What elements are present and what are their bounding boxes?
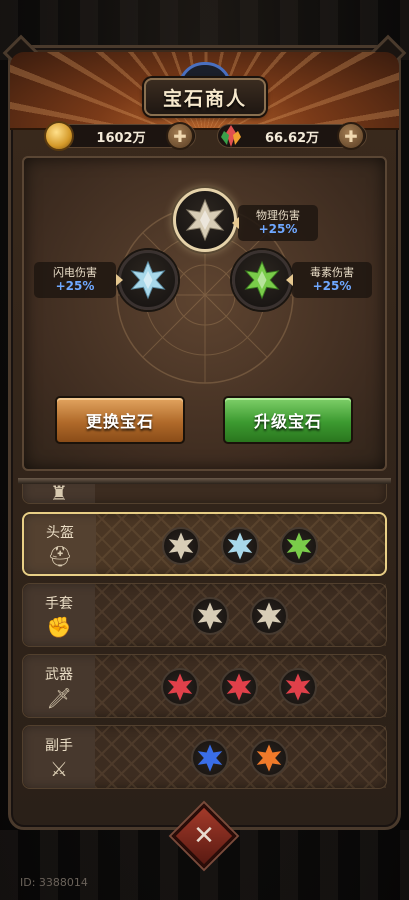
white-gem-icon [185,198,225,242]
physical-damage-tag: 物理伤害 +25% [238,205,318,241]
glove-icon: ✊ [46,615,72,639]
lightning-gem-socket[interactable] [118,250,178,310]
close-icon: ✕ [193,821,215,851]
cyan-gem-icon [130,260,166,300]
swap-gem-button[interactable]: 更换宝石 [55,396,185,444]
equipment-label: 头盔 [46,525,74,541]
arrow-right-icon [116,274,123,286]
physical-damage-bonus: +25% [258,222,298,237]
white-gem-icon [197,602,223,630]
arrow-left-icon [232,217,239,229]
green-gem-icon [286,532,312,560]
add-gold-button[interactable]: ✚ [166,122,194,150]
white-gem-icon [168,532,194,560]
equipment-label: 武器 [45,667,73,683]
physical-gem-socket[interactable] [173,188,237,252]
list-item-helmet[interactable]: 头盔 ⛑ [22,512,387,576]
player-id: ID: 3388014 [20,876,88,889]
game-screen: 宝石商人 1602万 ✚ 66.62万 ✚ 物理伤害 +25% 闪电伤害 +25… [0,0,409,900]
list-item-weapon[interactable]: 武器 🗡 [22,654,387,718]
red-gem-icon [285,673,311,701]
lightning-damage-bonus: +25% [55,279,95,294]
red-gem-icon [167,673,193,701]
gem-slot-blue[interactable] [191,739,229,777]
helmet-icon: ⛑ [47,544,73,568]
poison-damage-bonus: +25% [312,279,352,294]
page-title-plate: 宝石商人 [144,78,266,116]
equipment-label: 手套 [45,596,73,612]
equipment-label: 副手 [45,738,73,754]
add-gem-button[interactable]: ✚ [337,122,365,150]
sword-icon: 🗡 [46,686,72,710]
list-item-gloves[interactable]: 手套 ✊ [22,583,387,647]
cyan-gem-icon [227,532,253,560]
list-item-partial: ♜ [22,484,387,504]
poison-damage-label: 毒素伤害 [310,265,354,279]
shield-icon: ⚔ [50,757,68,781]
equipment-list[interactable]: ♜ 头盔 ⛑ 手套 ✊ 武器 🗡 副手 ⚔ [22,484,387,804]
gem-slot-red[interactable] [220,668,258,706]
white-gem-icon [256,602,282,630]
coin-icon [44,121,74,151]
poison-gem-socket[interactable] [232,250,292,310]
gem-slot-white[interactable] [250,597,288,635]
poison-damage-tag: 毒素伤害 +25% [292,262,372,298]
gem-slot-red[interactable] [161,668,199,706]
green-gem-icon [244,260,280,300]
page-title: 宝石商人 [162,87,247,110]
armor-icon: ♜ [50,484,68,505]
blue-gem-icon [197,744,223,772]
gem-currency-value: 66.62万 [264,130,320,146]
gem-slot-red[interactable] [279,668,317,706]
gold-value: 1602万 [96,130,146,146]
gem-slot-white[interactable] [162,527,200,565]
lightning-damage-label: 闪电伤害 [53,265,97,279]
gem-slot-white[interactable] [191,597,229,635]
crystal-icon [216,121,246,151]
lightning-damage-tag: 闪电伤害 +25% [34,262,116,298]
upgrade-gem-button[interactable]: 升级宝石 [223,396,353,444]
gem-slot-orange[interactable] [250,739,288,777]
orange-gem-icon [256,744,282,772]
list-item-offhand[interactable]: 副手 ⚔ [22,725,387,789]
gem-slot-cyan[interactable] [221,527,259,565]
physical-damage-label: 物理伤害 [256,208,300,222]
red-gem-icon [226,673,252,701]
arrow-left-icon [286,274,293,286]
gem-slot-green[interactable] [280,527,318,565]
